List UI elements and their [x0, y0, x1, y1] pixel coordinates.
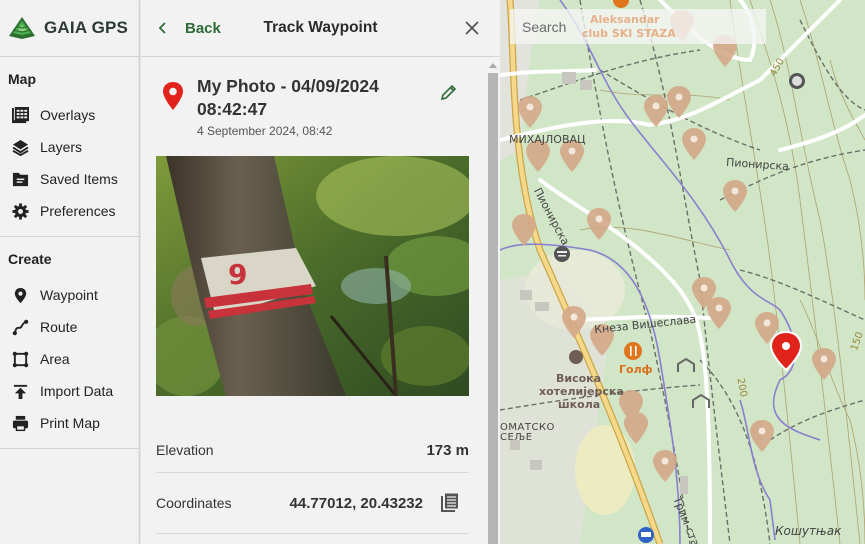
layers-icon — [11, 138, 29, 156]
app-window: GAIA GPS Map Overlays Layers Saved Items… — [0, 0, 865, 544]
sidebar-item-label: Import Data — [40, 383, 114, 399]
sidebar-item-label: Overlays — [40, 107, 96, 123]
sidebar-item-label: Saved Items — [40, 171, 118, 187]
printer-icon — [11, 414, 29, 432]
panel-header: Back Track Waypoint — [141, 0, 500, 57]
section-title-create: Create — [8, 251, 52, 267]
sidebar-item-label: Route — [40, 319, 78, 335]
sidebar-item-print-map[interactable]: Print Map — [0, 407, 139, 439]
waypoint-name: My Photo - 04/09/2024 08:42:47 — [197, 76, 379, 119]
sidebar-item-layers[interactable]: Layers — [0, 131, 139, 163]
map-label: школа — [558, 398, 601, 411]
svg-text:9: 9 — [228, 258, 247, 291]
copy-icon[interactable] — [441, 493, 459, 513]
sidebar-item-waypoint[interactable]: Waypoint — [0, 279, 139, 311]
sidebar-item-saved-items[interactable]: Saved Items — [0, 163, 139, 195]
chevron-left-icon — [158, 22, 166, 34]
map-view[interactable]: Aleksandar club SKI STAZA МИХАЈЛОВАЦ Пио… — [500, 0, 865, 544]
waypoint-panel: Back Track Waypoint My Photo - 04/09/202… — [141, 0, 500, 544]
detail-row-elevation: Elevation 173 m — [156, 428, 469, 473]
map-label: хотелијерска — [539, 385, 624, 398]
sidebar-item-route[interactable]: Route — [0, 311, 139, 343]
waypoint-photo[interactable]: 9 — [156, 156, 469, 396]
sidebar-item-label: Layers — [40, 139, 83, 155]
pencil-icon[interactable] — [439, 82, 459, 102]
detail-label: Coordinates — [156, 495, 232, 511]
detail-value: 173 m — [426, 441, 469, 459]
folder-icon — [11, 170, 29, 188]
map-label: Голф — [619, 363, 653, 376]
gaia-logo-icon — [9, 17, 35, 39]
route-icon — [11, 318, 29, 336]
back-button[interactable]: Back — [157, 20, 221, 37]
map-label: Висока — [556, 372, 602, 385]
sidebar-item-label: Print Map — [40, 415, 100, 431]
sidebar-item-label: Area — [40, 351, 70, 367]
grid-icon — [11, 106, 29, 124]
section-title-map: Map — [8, 71, 36, 87]
area-icon — [11, 350, 29, 368]
detail-label: Elevation — [156, 442, 214, 458]
map-label: СЕЉЕ — [500, 432, 533, 443]
map-label: club SKI STAZA — [582, 27, 676, 40]
sidebar-item-label: Preferences — [40, 203, 116, 219]
sidebar: GAIA GPS Map Overlays Layers Saved Items… — [0, 0, 140, 544]
sidebar-item-area[interactable]: Area — [0, 343, 139, 375]
map-canvas[interactable] — [500, 0, 865, 544]
waypoint-header: My Photo - 04/09/2024 08:42:47 4 Septemb… — [141, 58, 486, 155]
brand-name: GAIA GPS — [44, 18, 129, 37]
sidebar-item-overlays[interactable]: Overlays — [0, 99, 139, 131]
pin-icon — [11, 286, 29, 304]
waypoint-date: 4 September 2024, 08:42 — [197, 124, 333, 138]
sidebar-section-create: Create Waypoint Route Area Import Data P… — [0, 237, 139, 449]
detail-row-coordinates: Coordinates 44.77012, 20.43232 — [156, 473, 469, 534]
detail-value: 44.77012, 20.43232 — [289, 494, 423, 512]
back-label: Back — [185, 19, 221, 37]
sidebar-item-label: Waypoint — [40, 287, 98, 303]
map-label: Aleksandar — [590, 13, 660, 26]
map-label: Кошутњак — [775, 524, 842, 538]
gear-icon — [11, 202, 29, 220]
scroll-up-arrow-icon[interactable] — [489, 63, 497, 68]
brand[interactable]: GAIA GPS — [0, 0, 139, 57]
close-icon[interactable] — [464, 20, 480, 36]
waypoint-pin-icon — [163, 82, 183, 110]
sidebar-item-preferences[interactable]: Preferences — [0, 195, 139, 227]
waypoint-text: My Photo - 04/09/2024 08:42:47 4 Septemb… — [197, 75, 427, 155]
map-label: МИХАЈЛОВАЦ — [509, 133, 586, 146]
upload-icon — [11, 382, 29, 400]
scroll-thumb[interactable] — [488, 73, 498, 544]
sidebar-section-map: Map Overlays Layers Saved Items Preferen… — [0, 57, 139, 237]
panel-body: My Photo - 04/09/2024 08:42:47 4 Septemb… — [141, 58, 486, 544]
panel-scrollbar[interactable] — [487, 58, 499, 544]
sidebar-item-import-data[interactable]: Import Data — [0, 375, 139, 407]
